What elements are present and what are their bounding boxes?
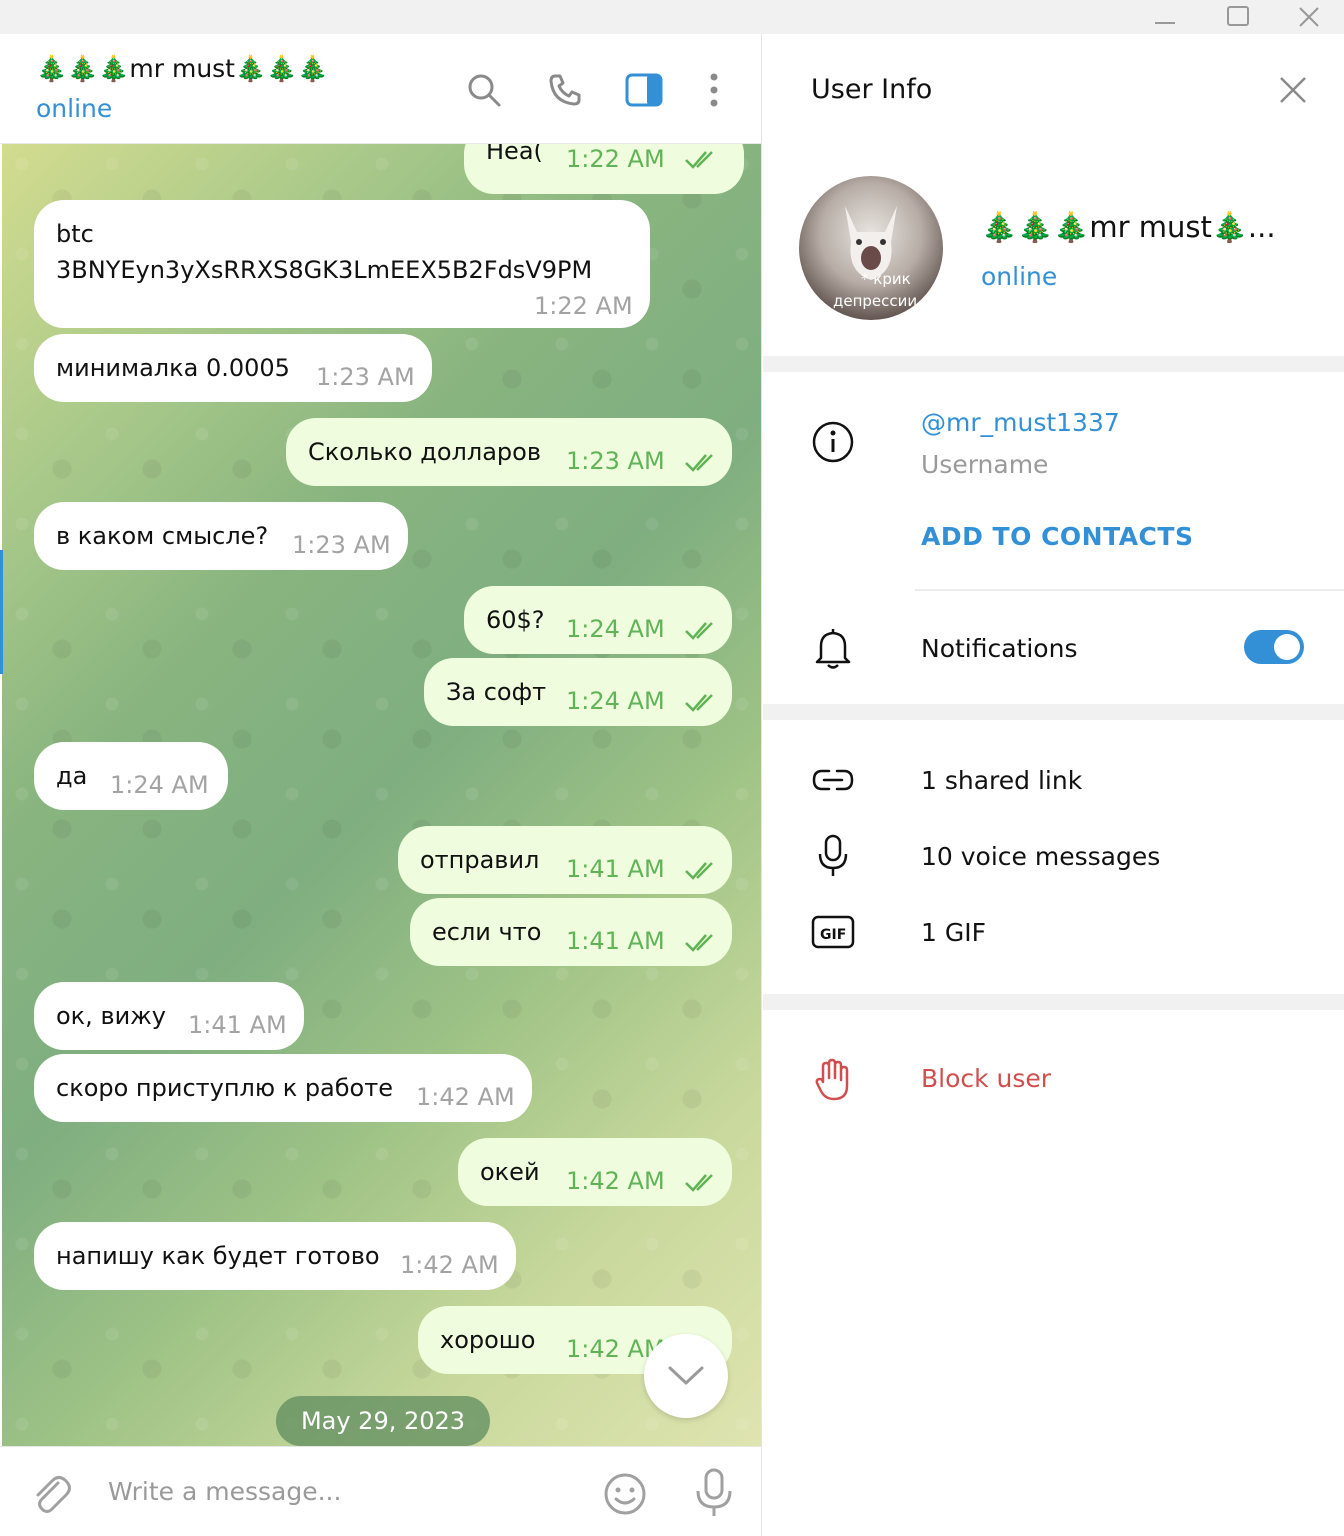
- message-composer: Write a message...: [0, 1446, 761, 1536]
- profile-status: online: [981, 262, 1058, 291]
- more-vertical-icon: [710, 73, 718, 107]
- read-checkmarks-icon: [685, 1174, 713, 1192]
- toggle-info-button[interactable]: [624, 70, 664, 110]
- search-button[interactable]: [464, 70, 504, 110]
- maximize-icon: [1227, 6, 1249, 26]
- link-icon-wrap: [811, 758, 855, 802]
- notifications-label: Notifications: [921, 634, 1078, 663]
- microphone-icon: [696, 1468, 732, 1516]
- bell-icon-wrap: [811, 626, 855, 670]
- minimize-button[interactable]: [1130, 0, 1200, 34]
- more-menu-button[interactable]: [694, 70, 734, 110]
- avatar[interactable]: * крик депрессии: [799, 176, 943, 320]
- message-outgoing[interactable]: если что 1:41 AM: [410, 898, 732, 966]
- read-checkmarks-icon: [685, 622, 713, 640]
- username-value[interactable]: @mr_must1337: [921, 408, 1120, 437]
- svg-text:* крик: * крик: [861, 270, 911, 288]
- chat-status: online: [36, 94, 113, 123]
- emoji-button[interactable]: [602, 1471, 648, 1517]
- attach-icon: [36, 1476, 71, 1513]
- read-checkmarks-icon: [685, 862, 713, 880]
- message-outgoing[interactable]: Неа( 1:22 AM: [464, 144, 744, 194]
- notifications-toggle[interactable]: [1244, 630, 1304, 664]
- svg-text:депрессии: депрессии: [833, 292, 917, 310]
- section-divider: [763, 704, 1344, 720]
- message-outgoing[interactable]: отправил 1:41 AM: [398, 826, 732, 894]
- microphone-icon: [818, 834, 848, 876]
- info-icon: [812, 421, 854, 463]
- search-icon: [468, 74, 501, 107]
- message-input[interactable]: Write a message...: [108, 1477, 341, 1506]
- attach-button[interactable]: [28, 1471, 74, 1517]
- info-icon-wrap: [811, 420, 855, 464]
- profile-name: 🎄🎄🎄mr must🎄...: [981, 210, 1276, 244]
- message-outgoing[interactable]: 60$? 1:24 AM: [464, 586, 732, 654]
- chat-panel: 🎄🎄🎄mr must🎄🎄🎄 online Неа( 1:22 AM btc 3B…: [0, 34, 762, 1536]
- cat-photo: * крик депрессии: [833, 206, 917, 310]
- close-panel-button[interactable]: [1277, 74, 1309, 106]
- window-titlebar: [0, 0, 1344, 34]
- gif-icon: GIF: [811, 915, 855, 949]
- message-incoming[interactable]: напишу как будет готово 1:42 AM: [34, 1222, 516, 1290]
- mic-icon-wrap: [811, 834, 855, 878]
- close-icon: [1299, 7, 1319, 27]
- selection-indicator: [0, 550, 3, 674]
- username-label: Username: [921, 450, 1049, 479]
- message-outgoing[interactable]: Сколько долларов 1:23 AM: [286, 418, 732, 486]
- message-outgoing[interactable]: окей 1:42 AM: [458, 1138, 732, 1206]
- message-list[interactable]: Неа( 1:22 AM btc 3BNYEyn3yXsRRXS8GK3LmEE…: [2, 144, 761, 1446]
- link-icon: [812, 769, 854, 791]
- gifs-item[interactable]: 1 GIF: [921, 918, 986, 947]
- gif-icon-wrap: GIF: [811, 910, 855, 954]
- message-outgoing[interactable]: За софт 1:24 AM: [424, 658, 732, 726]
- call-button[interactable]: [545, 70, 585, 110]
- section-divider: [763, 356, 1344, 372]
- row-divider: [915, 589, 1344, 591]
- hand-stop-icon: [815, 1058, 849, 1101]
- message-incoming[interactable]: скоро приступлю к работе 1:42 AM: [34, 1054, 532, 1122]
- block-user-button[interactable]: Block user: [921, 1064, 1051, 1093]
- user-info-panel: User Info * крик депрессии 🎄🎄🎄mr must🎄..…: [763, 34, 1344, 1536]
- read-checkmarks-icon: [685, 151, 713, 169]
- message-incoming[interactable]: минималка 0.0005 1:23 AM: [34, 334, 432, 402]
- message-incoming[interactable]: да 1:24 AM: [34, 742, 228, 810]
- sidebar-toggle-icon: [625, 73, 663, 107]
- section-divider: [763, 994, 1344, 1010]
- voice-record-button[interactable]: [692, 1467, 736, 1519]
- phone-icon: [549, 74, 581, 106]
- window-close-button[interactable]: [1274, 0, 1344, 34]
- chat-header: 🎄🎄🎄mr must🎄🎄🎄 online: [0, 34, 761, 144]
- close-icon: [1280, 77, 1306, 103]
- scroll-to-bottom-button[interactable]: [644, 1334, 728, 1418]
- panel-title: User Info: [811, 74, 933, 105]
- minimize-icon: [1155, 22, 1175, 24]
- shared-links-item[interactable]: 1 shared link: [921, 766, 1082, 795]
- message-incoming[interactable]: btc 3BNYEyn3yXsRRXS8GK3LmEEX5B2FdsV9PM 1…: [34, 200, 650, 328]
- date-separator: May 29, 2023: [276, 1396, 490, 1446]
- chat-title[interactable]: 🎄🎄🎄mr must🎄🎄🎄: [36, 54, 328, 84]
- read-checkmarks-icon: [685, 934, 713, 952]
- read-checkmarks-icon: [685, 454, 713, 472]
- chevron-down-icon: [668, 1366, 704, 1385]
- add-to-contacts-button[interactable]: ADD TO CONTACTS: [921, 522, 1193, 551]
- block-icon-wrap: [811, 1058, 855, 1102]
- message-incoming[interactable]: в каком смысле? 1:23 AM: [34, 502, 408, 570]
- toggle-knob: [1274, 634, 1300, 660]
- maximize-button[interactable]: [1203, 0, 1273, 34]
- read-checkmarks-icon: [685, 694, 713, 712]
- voice-messages-item[interactable]: 10 voice messages: [921, 842, 1160, 871]
- emoji-icon: [604, 1473, 646, 1515]
- message-incoming[interactable]: ок, вижу 1:41 AM: [34, 982, 304, 1050]
- svg-text:GIF: GIF: [820, 927, 846, 943]
- bell-icon: [815, 629, 851, 669]
